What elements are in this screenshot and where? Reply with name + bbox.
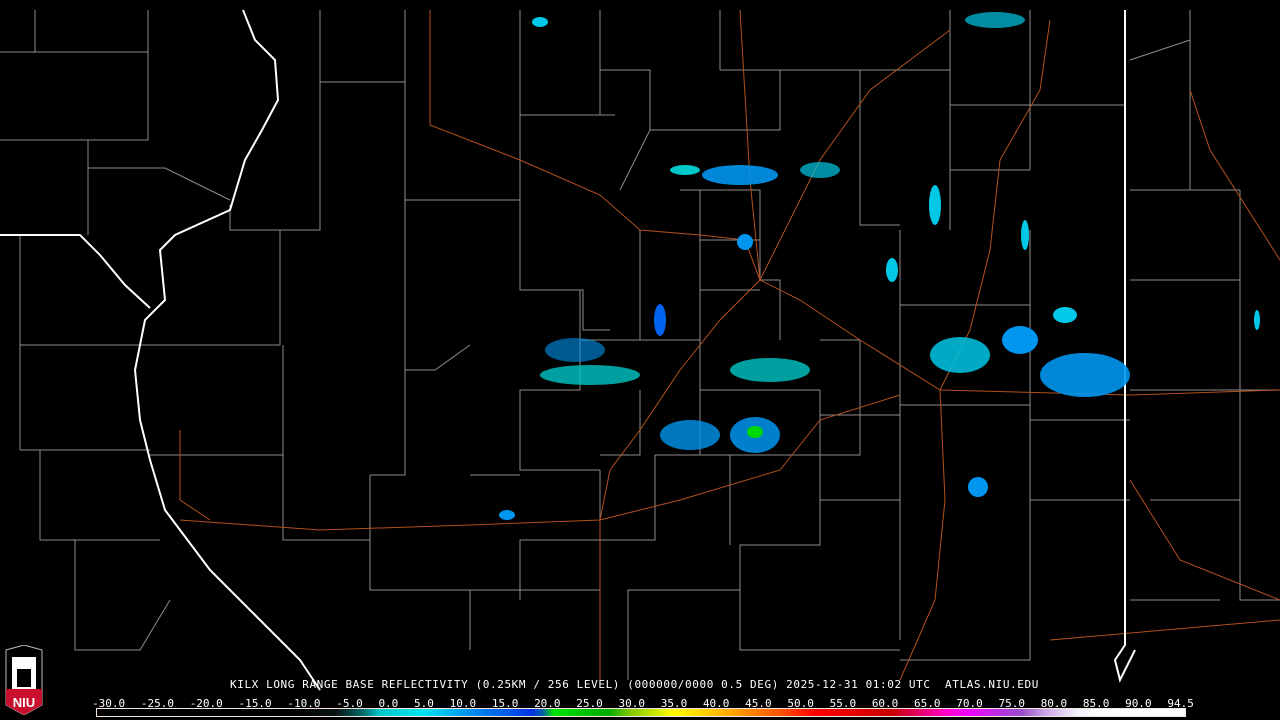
reflectivity-colorbar [96,708,1186,717]
svg-text:NIU: NIU [13,695,35,710]
product-title: KILX LONG RANGE BASE REFLECTIVITY (0.25K… [230,678,1039,691]
radar-map [0,9,1280,691]
radar-echoes [499,12,1260,520]
county-borders [0,10,1280,680]
niu-logo: NIU [5,645,43,715]
highways [179,9,1280,681]
